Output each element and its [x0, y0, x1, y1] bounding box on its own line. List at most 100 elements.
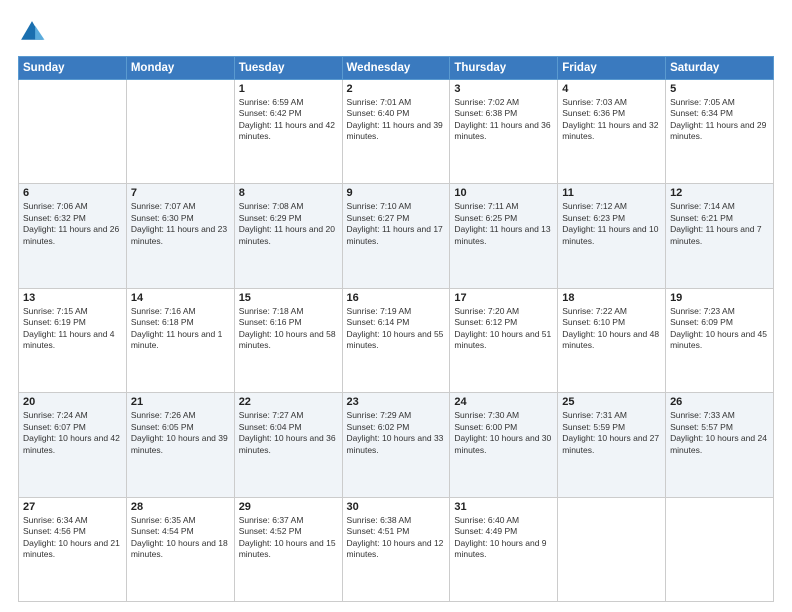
calendar-header-sunday: Sunday	[19, 57, 127, 80]
day-number: 12	[670, 187, 769, 199]
day-number: 8	[239, 187, 338, 199]
day-info: Sunrise: 7:12 AM Sunset: 6:23 PM Dayligh…	[562, 201, 661, 247]
day-info: Sunrise: 7:33 AM Sunset: 5:57 PM Dayligh…	[670, 410, 769, 456]
calendar-cell: 3 Sunrise: 7:02 AM Sunset: 6:38 PM Daylig…	[450, 80, 558, 184]
day-number: 17	[454, 292, 553, 304]
day-info: Sunrise: 7:18 AM Sunset: 6:16 PM Dayligh…	[239, 306, 338, 352]
day-number: 27	[23, 501, 122, 513]
calendar-cell: 11 Sunrise: 7:12 AM Sunset: 6:23 PM Dayli…	[558, 184, 666, 288]
day-number: 20	[23, 396, 122, 408]
calendar-cell: 28 Sunrise: 6:35 AM Sunset: 4:54 PM Dayli…	[126, 497, 234, 601]
day-info: Sunrise: 7:24 AM Sunset: 6:07 PM Dayligh…	[23, 410, 122, 456]
calendar-week-2: 6Sunrise: 7:06 AM Sunset: 6:32 PM Daylig…	[19, 184, 774, 288]
day-info: Sunrise: 6:59 AM Sunset: 6:42 PM Dayligh…	[239, 97, 338, 143]
day-info: Sunrise: 7:10 AM Sunset: 6:27 PM Dayligh…	[347, 201, 446, 247]
day-number: 2	[347, 83, 446, 95]
calendar-cell: 4 Sunrise: 7:03 AM Sunset: 6:36 PM Daylig…	[558, 80, 666, 184]
logo-icon	[18, 18, 46, 46]
day-info: Sunrise: 7:08 AM Sunset: 6:29 PM Dayligh…	[239, 201, 338, 247]
day-number: 30	[347, 501, 446, 513]
calendar-cell: 12 Sunrise: 7:14 AM Sunset: 6:21 PM Dayli…	[666, 184, 774, 288]
day-info: Sunrise: 7:11 AM Sunset: 6:25 PM Dayligh…	[454, 201, 553, 247]
day-info: Sunrise: 7:03 AM Sunset: 6:36 PM Dayligh…	[562, 97, 661, 143]
day-info: Sunrise: 7:02 AM Sunset: 6:38 PM Dayligh…	[454, 97, 553, 143]
logo	[18, 18, 50, 46]
calendar-cell: 24 Sunrise: 7:30 AM Sunset: 6:00 PM Dayli…	[450, 393, 558, 497]
day-number: 31	[454, 501, 553, 513]
day-number: 1	[239, 83, 338, 95]
day-number: 13	[23, 292, 122, 304]
calendar-cell: 30 Sunrise: 6:38 AM Sunset: 4:51 PM Dayli…	[342, 497, 450, 601]
calendar-week-1: 1 Sunrise: 6:59 AM Sunset: 6:42 PM Daylig…	[19, 80, 774, 184]
calendar-cell: 10 Sunrise: 7:11 AM Sunset: 6:25 PM Dayli…	[450, 184, 558, 288]
calendar: SundayMondayTuesdayWednesdayThursdayFrid…	[18, 56, 774, 602]
calendar-cell: 17 Sunrise: 7:20 AM Sunset: 6:12 PM Dayli…	[450, 288, 558, 392]
header	[18, 18, 774, 46]
day-info: Sunrise: 7:20 AM Sunset: 6:12 PM Dayligh…	[454, 306, 553, 352]
day-number: 19	[670, 292, 769, 304]
day-info: Sunrise: 7:16 AM Sunset: 6:18 PM Dayligh…	[131, 306, 230, 352]
calendar-cell: 31 Sunrise: 6:40 AM Sunset: 4:49 PM Dayli…	[450, 497, 558, 601]
day-info: Sunrise: 7:05 AM Sunset: 6:34 PM Dayligh…	[670, 97, 769, 143]
day-number: 18	[562, 292, 661, 304]
day-number: 3	[454, 83, 553, 95]
calendar-cell: 18 Sunrise: 7:22 AM Sunset: 6:10 PM Dayli…	[558, 288, 666, 392]
day-number: 5	[670, 83, 769, 95]
day-number: 7	[131, 187, 230, 199]
day-number: 4	[562, 83, 661, 95]
calendar-header-thursday: Thursday	[450, 57, 558, 80]
calendar-cell: 13Sunrise: 7:15 AM Sunset: 6:19 PM Dayli…	[19, 288, 127, 392]
day-number: 28	[131, 501, 230, 513]
calendar-cell: 19Sunrise: 7:23 AM Sunset: 6:09 PM Dayli…	[666, 288, 774, 392]
calendar-cell: 5 Sunrise: 7:05 AM Sunset: 6:34 PM Daylig…	[666, 80, 774, 184]
calendar-cell: 15Sunrise: 7:18 AM Sunset: 6:16 PM Dayli…	[234, 288, 342, 392]
calendar-cell: 1 Sunrise: 6:59 AM Sunset: 6:42 PM Daylig…	[234, 80, 342, 184]
day-info: Sunrise: 6:38 AM Sunset: 4:51 PM Dayligh…	[347, 515, 446, 561]
calendar-cell: 7 Sunrise: 7:07 AM Sunset: 6:30 PM Daylig…	[126, 184, 234, 288]
day-number: 9	[347, 187, 446, 199]
calendar-header-wednesday: Wednesday	[342, 57, 450, 80]
day-info: Sunrise: 6:40 AM Sunset: 4:49 PM Dayligh…	[454, 515, 553, 561]
calendar-cell: 14Sunrise: 7:16 AM Sunset: 6:18 PM Dayli…	[126, 288, 234, 392]
calendar-week-5: 27 Sunrise: 6:34 AM Sunset: 4:56 PM Dayli…	[19, 497, 774, 601]
day-number: 11	[562, 187, 661, 199]
calendar-cell: 6Sunrise: 7:06 AM Sunset: 6:32 PM Daylig…	[19, 184, 127, 288]
calendar-cell: 27 Sunrise: 6:34 AM Sunset: 4:56 PM Dayli…	[19, 497, 127, 601]
day-info: Sunrise: 7:01 AM Sunset: 6:40 PM Dayligh…	[347, 97, 446, 143]
day-info: Sunrise: 7:06 AM Sunset: 6:32 PM Dayligh…	[23, 201, 122, 247]
day-info: Sunrise: 7:14 AM Sunset: 6:21 PM Dayligh…	[670, 201, 769, 247]
calendar-cell	[558, 497, 666, 601]
day-number: 22	[239, 396, 338, 408]
day-number: 10	[454, 187, 553, 199]
calendar-header-row: SundayMondayTuesdayWednesdayThursdayFrid…	[19, 57, 774, 80]
calendar-cell: 25 Sunrise: 7:31 AM Sunset: 5:59 PM Dayli…	[558, 393, 666, 497]
calendar-cell	[126, 80, 234, 184]
day-info: Sunrise: 7:26 AM Sunset: 6:05 PM Dayligh…	[131, 410, 230, 456]
day-info: Sunrise: 7:31 AM Sunset: 5:59 PM Dayligh…	[562, 410, 661, 456]
calendar-cell	[666, 497, 774, 601]
day-number: 16	[347, 292, 446, 304]
day-number: 29	[239, 501, 338, 513]
day-info: Sunrise: 7:30 AM Sunset: 6:00 PM Dayligh…	[454, 410, 553, 456]
calendar-header-tuesday: Tuesday	[234, 57, 342, 80]
calendar-week-3: 13Sunrise: 7:15 AM Sunset: 6:19 PM Dayli…	[19, 288, 774, 392]
day-info: Sunrise: 7:07 AM Sunset: 6:30 PM Dayligh…	[131, 201, 230, 247]
calendar-body: 1 Sunrise: 6:59 AM Sunset: 6:42 PM Daylig…	[19, 80, 774, 602]
day-number: 24	[454, 396, 553, 408]
calendar-header-saturday: Saturday	[666, 57, 774, 80]
calendar-header-friday: Friday	[558, 57, 666, 80]
calendar-cell: 29 Sunrise: 6:37 AM Sunset: 4:52 PM Dayli…	[234, 497, 342, 601]
day-number: 25	[562, 396, 661, 408]
calendar-cell: 8 Sunrise: 7:08 AM Sunset: 6:29 PM Daylig…	[234, 184, 342, 288]
calendar-cell: 22Sunrise: 7:27 AM Sunset: 6:04 PM Dayli…	[234, 393, 342, 497]
day-number: 23	[347, 396, 446, 408]
calendar-cell: 16Sunrise: 7:19 AM Sunset: 6:14 PM Dayli…	[342, 288, 450, 392]
day-info: Sunrise: 6:35 AM Sunset: 4:54 PM Dayligh…	[131, 515, 230, 561]
calendar-cell: 2 Sunrise: 7:01 AM Sunset: 6:40 PM Daylig…	[342, 80, 450, 184]
calendar-cell: 23Sunrise: 7:29 AM Sunset: 6:02 PM Dayli…	[342, 393, 450, 497]
day-info: Sunrise: 7:22 AM Sunset: 6:10 PM Dayligh…	[562, 306, 661, 352]
calendar-cell: 20 Sunrise: 7:24 AM Sunset: 6:07 PM Dayli…	[19, 393, 127, 497]
day-info: Sunrise: 6:37 AM Sunset: 4:52 PM Dayligh…	[239, 515, 338, 561]
calendar-cell: 26Sunrise: 7:33 AM Sunset: 5:57 PM Dayli…	[666, 393, 774, 497]
day-info: Sunrise: 6:34 AM Sunset: 4:56 PM Dayligh…	[23, 515, 122, 561]
